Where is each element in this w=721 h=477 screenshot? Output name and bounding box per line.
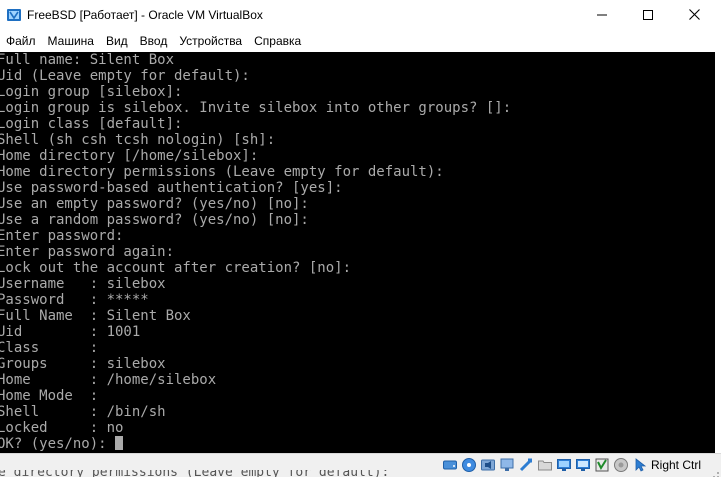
console-line: Full Name : Silent Box [0, 308, 191, 324]
host-key-label: Right Ctrl [651, 458, 702, 472]
window-title: FreeBSD [Работает] - Oracle VM VirtualBo… [27, 8, 263, 22]
network-icon[interactable] [498, 457, 515, 474]
video-capture-icon[interactable] [574, 457, 591, 474]
close-button[interactable] [671, 0, 717, 31]
audio-icon[interactable] [479, 457, 496, 474]
console-line: Login group [silebox]: [0, 84, 183, 100]
resize-grip-icon[interactable] [710, 466, 720, 477]
console-line: Uid : 1001 [0, 324, 141, 340]
console-line: Full name: Silent Box [0, 52, 175, 68]
console-line: Groups : silebox [0, 356, 166, 372]
menu-bar: Файл Машина Вид Ввод Устройства Справка [0, 31, 721, 52]
menu-help[interactable]: Справка [248, 31, 307, 52]
console-right-edge [715, 52, 721, 453]
console-line: Locked : no [0, 420, 124, 436]
display-icon[interactable] [555, 457, 572, 474]
console-line: Enter password: [0, 228, 124, 244]
console-line: Enter password again: [0, 244, 175, 260]
menu-input[interactable]: Ввод [134, 31, 174, 52]
console-overflow-text: e directory permissions (Leave empty for… [0, 465, 390, 477]
console-line: Uid (Leave empty for default): [0, 68, 250, 84]
virtualbox-app-icon [6, 7, 22, 23]
console-line: Shell : /bin/sh [0, 404, 166, 420]
console-line: Use an empty password? (yes/no) [no]: [0, 196, 309, 212]
minimize-icon [597, 7, 607, 25]
text-cursor [115, 436, 124, 450]
virtualbox-window: FreeBSD [Работает] - Oracle VM VirtualBo… [0, 0, 721, 477]
console-line: Password : ***** [0, 292, 149, 308]
menu-view[interactable]: Вид [100, 31, 134, 52]
console-line: Username : silebox [0, 276, 166, 292]
console-line: Class : [0, 340, 99, 356]
maximize-button[interactable] [625, 0, 671, 31]
console-line: Home directory permissions (Leave empty … [0, 164, 444, 180]
cpu-icon[interactable] [593, 457, 610, 474]
arrow-icon[interactable] [631, 457, 648, 474]
console-line: Login class [default]: [0, 116, 183, 132]
console-prompt-text: OK? (yes/no): [0, 436, 116, 452]
vm-console-screen[interactable]: Full name: Silent Box Uid (Leave empty f… [0, 52, 715, 453]
mouse-integration-icon[interactable] [612, 457, 629, 474]
device-indicators [441, 456, 648, 474]
console-line: Shell (sh csh tcsh nologin) [sh]: [0, 132, 276, 148]
title-bar[interactable]: FreeBSD [Работает] - Oracle VM VirtualBo… [0, 0, 721, 31]
console-line: Lock out the account after creation? [no… [0, 260, 352, 276]
maximize-icon [643, 7, 653, 25]
console-line: Home : /home/silebox [0, 372, 217, 388]
optical-disk-icon[interactable] [460, 457, 477, 474]
close-icon [688, 7, 700, 25]
minimize-button[interactable] [579, 0, 625, 31]
hard-disk-icon[interactable] [441, 457, 458, 474]
menu-machine[interactable]: Машина [42, 31, 100, 52]
console-line: Use password-based authentication? [yes]… [0, 180, 343, 196]
menu-devices[interactable]: Устройства [173, 31, 248, 52]
menu-file[interactable]: Файл [0, 31, 42, 52]
console-line: Home directory [/home/silebox]: [0, 148, 259, 164]
shared-folders-icon[interactable] [536, 457, 553, 474]
usb-icon[interactable] [517, 457, 534, 474]
console-line: Home Mode : [0, 388, 99, 404]
console-prompt-line: OK? (yes/no): [0, 436, 124, 452]
console-line: Login group is silebox. Invite silebox i… [0, 100, 512, 116]
status-bar: e directory permissions (Leave empty for… [0, 453, 721, 477]
console-line: Use a random password? (yes/no) [no]: [0, 212, 309, 228]
